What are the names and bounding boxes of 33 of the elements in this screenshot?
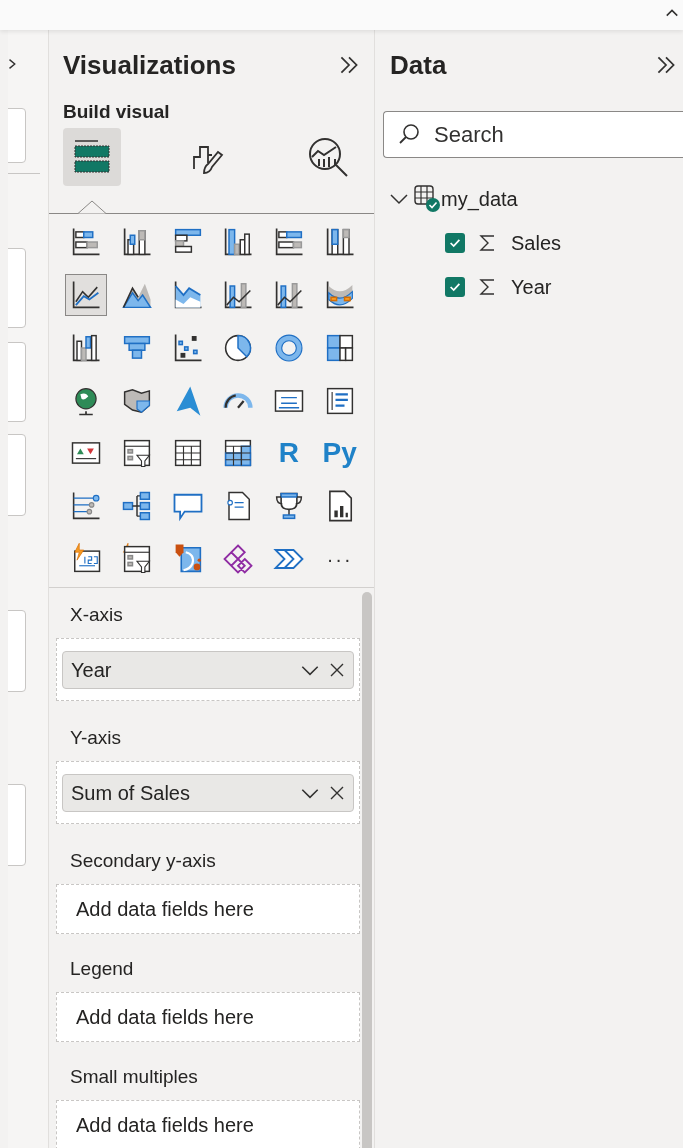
field-pill[interactable]: Year [62, 650, 354, 689]
field-name: Sum of Sales [71, 780, 191, 806]
field-pill[interactable]: Sum of Sales [62, 773, 354, 812]
search-field[interactable]: Search [383, 111, 683, 158]
field-name: Sales [511, 231, 562, 256]
table-row[interactable]: my_data [375, 177, 683, 221]
more-visuals-button[interactable]: ··· [318, 538, 361, 581]
magnifier-chart-icon [306, 135, 350, 179]
drop-field[interactable]: Add data fields here [56, 884, 360, 934]
field-row[interactable]: Sales [375, 221, 683, 265]
line-visual-button[interactable] [65, 273, 108, 316]
well-label: Secondary y-axis [69, 848, 217, 873]
checkbox[interactable] [445, 277, 465, 297]
script-visual-button[interactable]: R [268, 432, 310, 475]
drop-field[interactable]: Add data fields here [56, 1100, 360, 1148]
field-name: Year [71, 657, 113, 683]
script-visual-button[interactable]: Py [318, 432, 361, 475]
field-name: Year [511, 275, 552, 300]
pane-title: Data [390, 48, 447, 82]
scrollbar[interactable] [362, 592, 372, 1148]
search-icon [397, 122, 421, 146]
drop-field[interactable]: Add data fields here [56, 992, 360, 1042]
well-label: X-axis [69, 602, 124, 627]
well-label: Legend [69, 956, 135, 981]
table-icon [413, 184, 443, 214]
field-row[interactable]: Year [375, 265, 683, 309]
well-label: Y-axis [69, 725, 123, 750]
checkbox[interactable] [445, 233, 465, 253]
well-label: Small multiples [69, 1064, 199, 1089]
table-name: my_data [441, 187, 518, 213]
section-title: Build visual [62, 100, 171, 124]
pane-title: Visualizations [63, 48, 236, 82]
pane-tab[interactable] [63, 128, 121, 186]
